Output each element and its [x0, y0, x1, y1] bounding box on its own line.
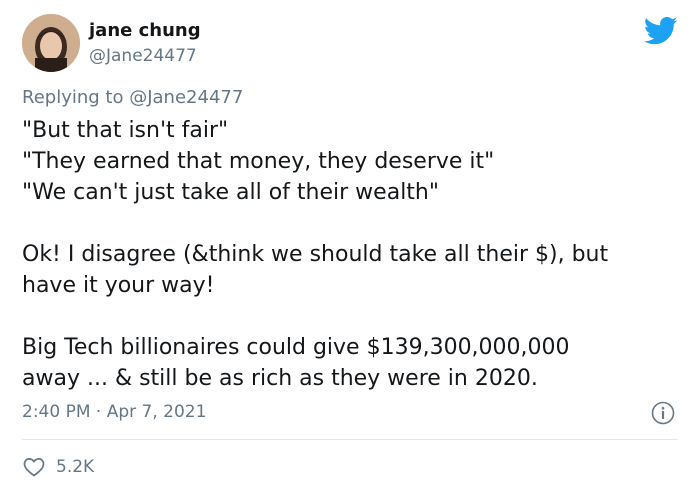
info-icon[interactable] — [651, 401, 675, 425]
replying-to: Replying to @Jane24477 — [22, 87, 243, 109]
tweet-paragraph: "But that isn't fair" "They earned that … — [22, 115, 682, 208]
heart-icon[interactable] — [22, 455, 46, 479]
avatar[interactable] — [22, 14, 80, 72]
tweet-line: Big Tech billionaires could give $139,30… — [22, 335, 570, 360]
tweet-card: jane chung @Jane24477 Replying to @Jane2… — [0, 0, 700, 494]
twitter-bird-icon[interactable] — [644, 16, 678, 46]
tweet-line: "They earned that money, they deserve it… — [22, 149, 495, 174]
replying-to-prefix: Replying to — [22, 87, 124, 108]
like-count: 5.2K — [56, 457, 95, 477]
divider — [22, 439, 678, 440]
reply-mention-link[interactable]: @Jane24477 — [129, 87, 243, 108]
tweet-paragraph: Ok! I disagree (&think we should take al… — [22, 239, 682, 301]
like-button[interactable]: 5.2K — [22, 455, 94, 479]
tweet-line: "But that isn't fair" — [22, 118, 229, 143]
tweet-line: have it your way! — [22, 273, 215, 298]
tweet-line: Ok! I disagree (&think we should take al… — [22, 242, 609, 267]
tweet-text: "But that isn't fair" "They earned that … — [22, 115, 682, 394]
author-handle[interactable]: @Jane24477 — [89, 45, 197, 67]
tweet-timestamp[interactable]: 2:40 PM · Apr 7, 2021 — [22, 401, 206, 423]
tweet-paragraph: Big Tech billionaires could give $139,30… — [22, 332, 682, 394]
tweet-line: "We can't just take all of their wealth" — [22, 180, 439, 205]
author-name[interactable]: jane chung — [89, 20, 201, 42]
tweet-line: away ... & still be as rich as they were… — [22, 366, 538, 391]
